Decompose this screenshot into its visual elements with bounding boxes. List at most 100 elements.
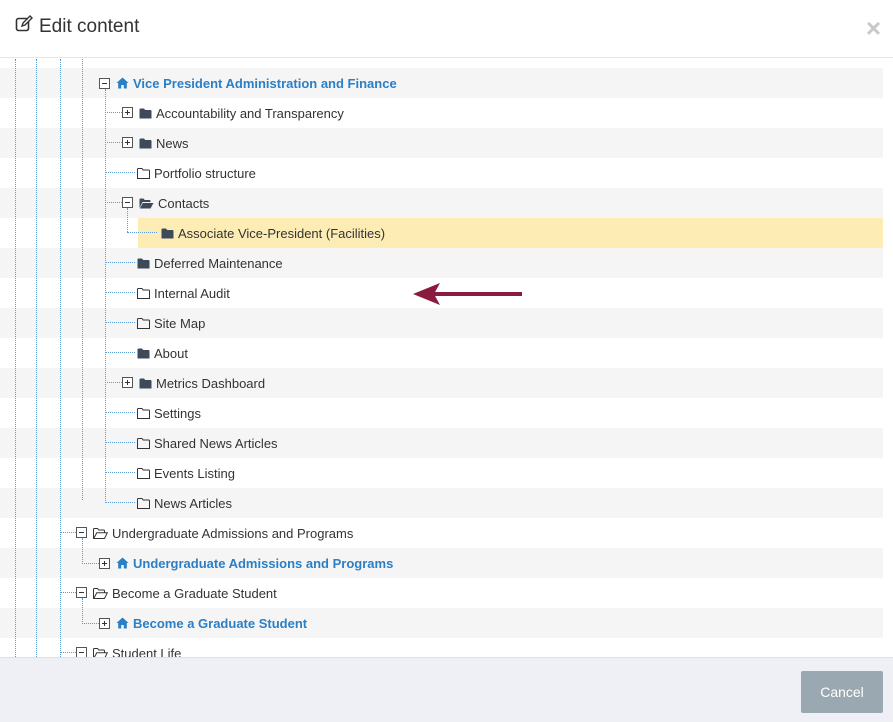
folder-icon — [137, 348, 150, 358]
tree-node-grad-folder[interactable]: Become a Graduate Student — [93, 578, 277, 608]
folder-outline-icon — [137, 317, 150, 329]
folder-icon — [137, 258, 150, 268]
tree-guide — [82, 598, 83, 624]
tree-connector — [60, 532, 76, 533]
folder-icon — [139, 108, 152, 118]
collapse-toggle[interactable] — [76, 527, 87, 538]
expand-toggle[interactable] — [99, 558, 110, 569]
folder-open-outline-icon — [93, 587, 108, 599]
tree-connector — [105, 412, 135, 413]
tree-node-label: Vice President Administration and Financ… — [133, 75, 397, 91]
tree-node-portfolio[interactable]: Portfolio structure — [137, 158, 256, 188]
tree-node-vp-admin[interactable]: Vice President Administration and Financ… — [116, 68, 397, 98]
folder-outline-icon — [137, 437, 150, 449]
tree-connector — [105, 322, 135, 323]
folder-icon — [161, 228, 174, 238]
tree-guide — [82, 538, 83, 564]
tree-connector — [105, 472, 135, 473]
tree-node-label: Portfolio structure — [154, 165, 256, 181]
tree-guide — [15, 59, 16, 657]
annotation-arrow-icon — [413, 283, 522, 305]
tree-connector — [82, 623, 99, 624]
tree-guide — [127, 208, 128, 232]
tree-node-label: Accountability and Transparency — [156, 105, 344, 121]
folder-icon — [139, 378, 152, 388]
tree-connector — [82, 563, 99, 564]
tree-connector — [105, 262, 135, 263]
tree-connector — [127, 232, 157, 233]
expand-toggle[interactable] — [122, 137, 133, 148]
folder-icon — [139, 138, 152, 148]
tree-node-label: Contacts — [158, 195, 210, 211]
tree-node-accountability[interactable]: Accountability and Transparency — [139, 98, 344, 128]
home-icon — [116, 557, 129, 569]
collapse-toggle[interactable] — [76, 587, 87, 598]
folder-outline-icon — [137, 287, 150, 299]
tree-node-internal-audit[interactable]: Internal Audit — [137, 278, 230, 308]
tree-guide — [105, 89, 106, 503]
tree-node-news[interactable]: News — [139, 128, 189, 158]
folder-outline-icon — [137, 467, 150, 479]
tree-node-label: News — [156, 135, 189, 151]
tree-row — [0, 248, 883, 278]
tree-node-events[interactable]: Events Listing — [137, 458, 235, 488]
tree-node-metrics[interactable]: Metrics Dashboard — [139, 368, 265, 398]
folder-outline-icon — [137, 407, 150, 419]
content-tree[interactable]: Vice President Administration and Financ… — [0, 59, 893, 657]
tree-node-label: Events Listing — [154, 465, 235, 481]
tree-guide — [60, 59, 61, 657]
tree-node-settings[interactable]: Settings — [137, 398, 201, 428]
tree-connector — [105, 112, 122, 113]
tree-node-label: News Articles — [154, 495, 233, 511]
tree-node-about[interactable]: About — [137, 338, 188, 368]
tree-node-ug-admissions-home[interactable]: Undergraduate Admissions and Programs — [116, 548, 393, 578]
expand-toggle[interactable] — [99, 618, 110, 629]
tree-connector — [105, 202, 122, 203]
tree-node-student-life[interactable]: Student Life — [93, 638, 181, 657]
expand-toggle[interactable] — [122, 377, 133, 388]
home-icon — [116, 617, 129, 629]
folder-outline-icon — [137, 167, 150, 179]
tree-node-label: Site Map — [154, 315, 206, 331]
tree-row — [0, 488, 883, 518]
edit-icon — [15, 15, 33, 39]
tree-node-ug-admissions-folder[interactable]: Undergraduate Admissions and Programs — [93, 518, 353, 548]
tree-node-deferred[interactable]: Deferred Maintenance — [137, 248, 283, 278]
tree-connector — [105, 292, 135, 293]
edit-content-modal: Edit content × Vice President Administra… — [0, 0, 893, 722]
tree-node-label: Shared News Articles — [154, 435, 278, 451]
collapse-toggle[interactable] — [76, 647, 87, 657]
collapse-toggle[interactable] — [99, 78, 110, 89]
tree-node-news-articles[interactable]: News Articles — [137, 488, 232, 518]
tree-node-label: About — [154, 345, 188, 361]
modal-title: Edit content — [15, 15, 139, 39]
modal-footer: Cancel — [0, 657, 893, 722]
tree-node-assoc-vp[interactable]: Associate Vice-President (Facilities) — [161, 218, 385, 248]
close-icon[interactable]: × — [866, 15, 881, 41]
folder-open-outline-icon — [93, 527, 108, 539]
tree-node-label: Metrics Dashboard — [156, 375, 266, 391]
tree-node-label: Student Life — [112, 645, 182, 658]
tree-connector — [105, 352, 135, 353]
tree-connector — [105, 502, 135, 503]
tree-guide — [36, 59, 37, 657]
tree-node-label: Settings — [154, 405, 201, 421]
tree-row — [0, 428, 883, 458]
tree-node-label: Become a Graduate Student — [112, 585, 277, 601]
home-icon — [116, 77, 129, 89]
tree-row — [0, 308, 883, 338]
modal-header: Edit content × — [0, 0, 893, 58]
tree-node-shared-news[interactable]: Shared News Articles — [137, 428, 278, 458]
cancel-button[interactable]: Cancel — [801, 671, 883, 713]
tree-node-grad-home[interactable]: Become a Graduate Student — [116, 608, 307, 638]
folder-outline-icon — [137, 497, 150, 509]
collapse-toggle[interactable] — [122, 197, 133, 208]
folder-open-outline-icon — [93, 647, 108, 657]
modal-title-text: Edit content — [39, 16, 140, 37]
tree-connector — [60, 592, 76, 593]
tree-node-contacts[interactable]: Contacts — [139, 188, 209, 218]
tree-connector — [105, 142, 122, 143]
tree-node-site-map[interactable]: Site Map — [137, 308, 205, 338]
expand-toggle[interactable] — [122, 107, 133, 118]
tree-node-label: Deferred Maintenance — [154, 255, 283, 271]
